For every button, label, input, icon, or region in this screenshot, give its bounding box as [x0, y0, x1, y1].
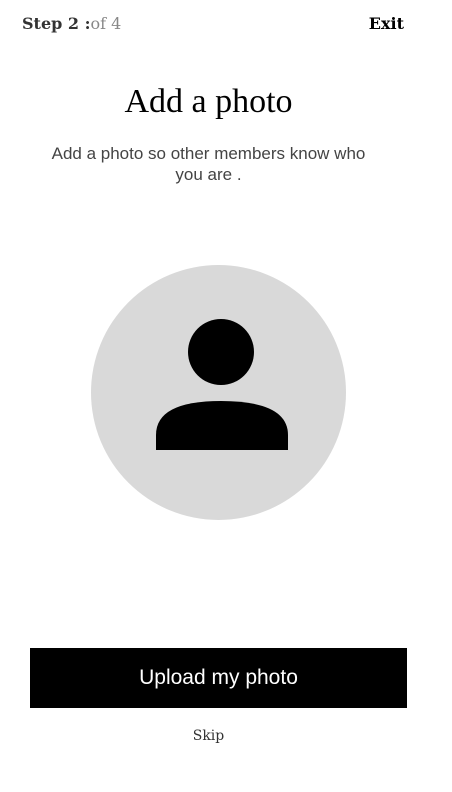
user-silhouette-icon — [156, 319, 288, 450]
upload-photo-button[interactable]: Upload my photo — [30, 648, 407, 708]
step-indicator: Step 2 :of 4 — [22, 12, 121, 36]
page-subtitle: Add a photo so other members know who yo… — [51, 144, 366, 184]
exit-button[interactable]: Exit — [369, 12, 404, 36]
page-title: Add a photo — [124, 83, 293, 120]
top-bar: Step 2 :of 4 Exit — [22, 12, 404, 36]
skip-link[interactable]: Skip — [0, 726, 417, 746]
step-total: of 4 — [90, 14, 122, 33]
step-current: Step 2 : — [22, 14, 91, 33]
avatar-placeholder[interactable] — [91, 265, 346, 520]
